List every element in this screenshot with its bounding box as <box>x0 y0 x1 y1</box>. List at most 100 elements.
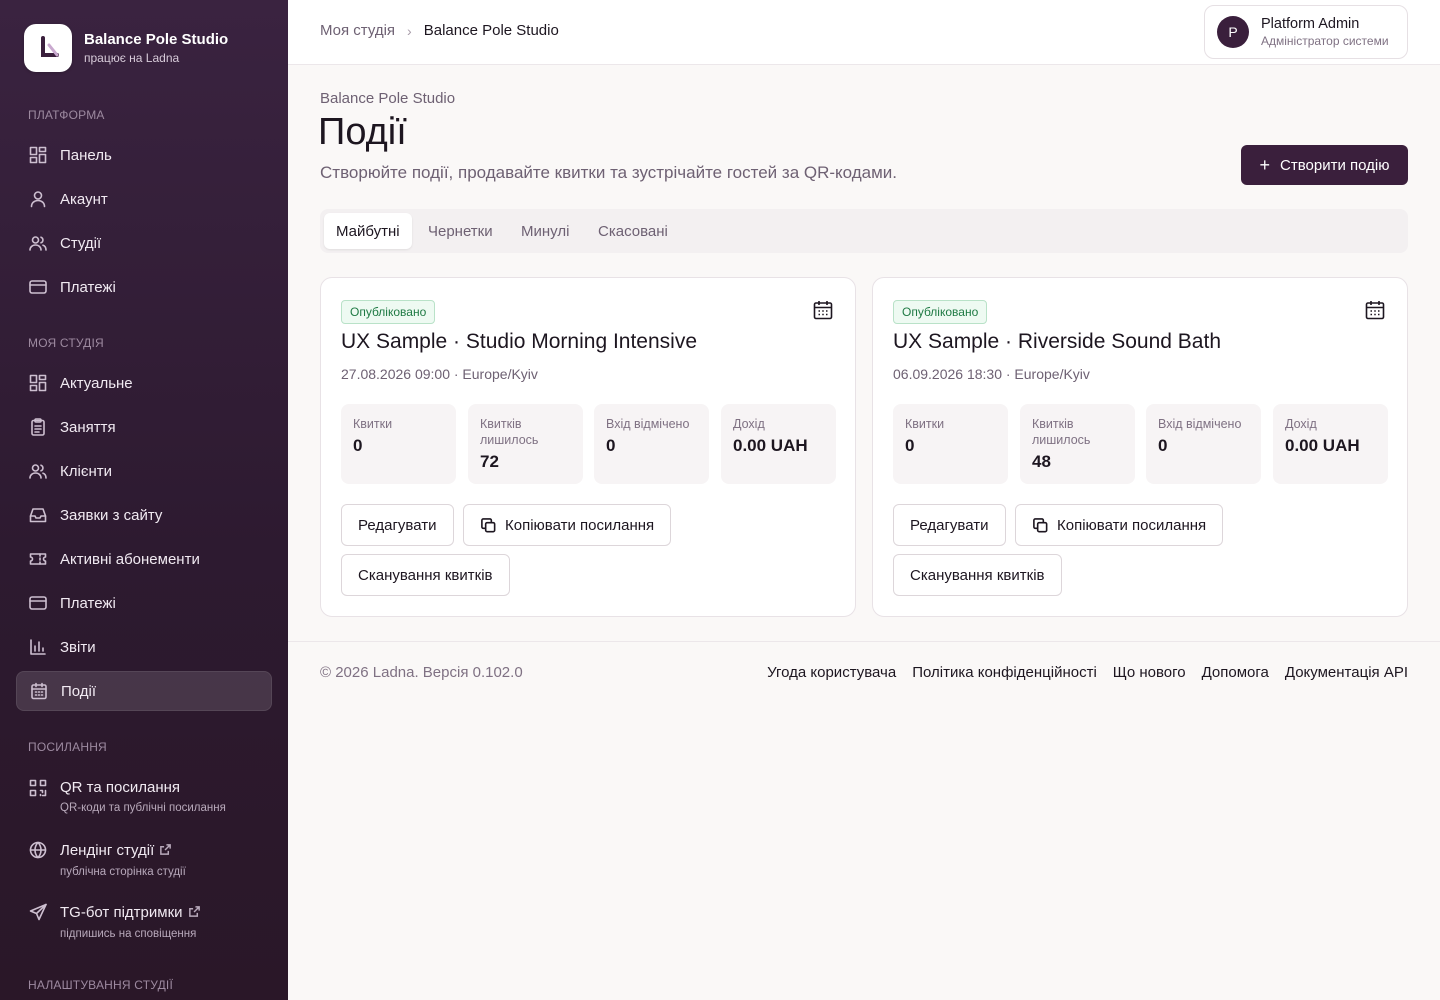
credit-card-icon <box>28 593 48 613</box>
copy-link-button[interactable]: Копіювати посилання <box>463 504 672 546</box>
main-content: Balance Pole Studio Події Створюйте поді… <box>288 65 1440 1000</box>
brand-subtitle: працює на Ladna <box>84 51 180 65</box>
sidebar-item-label: Активні абонементи <box>60 550 200 568</box>
sidebar-item-current[interactable]: Актуальне <box>16 363 272 403</box>
sidebar-item-tg-bot[interactable]: TG-бот підтримки підпишись на сповіщення <box>16 902 272 942</box>
sidebar-item-events[interactable]: Події <box>16 671 272 711</box>
sidebar-item-label: Платежі <box>60 278 116 296</box>
copy-link-label: Копіювати посилання <box>1057 516 1207 534</box>
tab-cancelled[interactable]: Скасовані <box>586 213 680 249</box>
stat-value: 0 <box>1158 436 1168 455</box>
event-title: UX Sample · Riverside Sound Bath <box>893 330 1221 353</box>
footer-link-api-docs[interactable]: Документація API <box>1285 664 1408 681</box>
copy-link-label: Копіювати посилання <box>505 516 655 534</box>
sidebar-item-site-requests[interactable]: Заявки з сайту <box>16 495 272 535</box>
edit-button-label: Редагувати <box>910 516 989 534</box>
sidebar-item-label: Панель <box>60 146 112 164</box>
event-title: UX Sample · Studio Morning Intensive <box>341 330 698 353</box>
scan-tickets-button[interactable]: Сканування квитків <box>341 554 510 596</box>
sidebar-item-label: Актуальне <box>60 374 133 392</box>
sidebar-item-payments[interactable]: Платежі <box>16 267 272 307</box>
footer-link-whats-new[interactable]: Що нового <box>1113 664 1186 681</box>
stat-value: 72 <box>480 452 499 471</box>
sidebar-item-reports[interactable]: Звіти <box>16 627 272 667</box>
stat-label: Вхід відмічено <box>606 417 690 431</box>
sidebar-item-account[interactable]: Акаунт <box>16 179 272 219</box>
user-role: Адміністратор системи <box>1261 34 1389 48</box>
footer-links: Угода користувача Політика конфіденційно… <box>751 664 1408 681</box>
stat-value: 0 <box>606 436 616 455</box>
section-label-my-studio: МОЯ СТУДІЯ <box>28 336 104 350</box>
footer-link-help[interactable]: Допомога <box>1202 664 1269 681</box>
section-label-platform: ПЛАТФОРМА <box>28 108 105 122</box>
stat-tickets-left: Квитків лишилось 72 <box>468 404 583 484</box>
tab-past[interactable]: Минулі <box>509 213 581 249</box>
edit-button[interactable]: Редагувати <box>341 504 454 546</box>
stat-value: 0 <box>905 436 915 455</box>
sidebar-item-studio-landing[interactable]: Лендінг студії публічна сторінка студії <box>16 840 272 880</box>
sidebar-item-sublabel: підпишись на сповіщення <box>60 928 197 940</box>
calendar-icon <box>811 298 835 322</box>
avatar: P <box>1217 16 1249 48</box>
sidebar-item-sublabel: QR-коди та публічні посилання <box>60 802 226 814</box>
status-badge: Опубліковано <box>893 300 988 324</box>
sidebar-item-label: TG-бот підтримки <box>60 904 183 921</box>
sidebar: Balance Pole Studio працює на Ladna ПЛАТ… <box>0 0 288 1000</box>
page-description: Створюйте події, продавайте квитки та зу… <box>320 163 898 182</box>
sidebar-item-label: Звіти <box>60 638 96 656</box>
clipboard-icon <box>28 417 48 437</box>
dashboard-icon <box>28 145 48 165</box>
stat-label: Дохід <box>1285 417 1317 431</box>
create-event-button[interactable]: + Створити подію <box>1241 145 1408 185</box>
scan-tickets-button[interactable]: Сканування квитків <box>893 554 1062 596</box>
stat-label: Квитки <box>905 417 945 431</box>
tab-upcoming[interactable]: Майбутні <box>324 213 412 249</box>
copy-link-button[interactable]: Копіювати посилання <box>1015 504 1224 546</box>
event-card: Опубліковано UX Sample · Studio Morning … <box>320 277 856 617</box>
stat-checked-in: Вхід відмічено 0 <box>594 404 709 484</box>
sidebar-item-classes[interactable]: Заняття <box>16 407 272 447</box>
external-link-icon <box>154 840 172 862</box>
stat-label: Дохід <box>733 417 765 431</box>
event-card: Опубліковано UX Sample · Riverside Sound… <box>872 277 1408 617</box>
sidebar-item-qr-links[interactable]: QR та посилання QR-коди та публічні поси… <box>16 778 272 816</box>
sidebar-item-label: Студії <box>60 234 102 252</box>
qr-icon <box>28 778 48 798</box>
footer-link-terms[interactable]: Угода користувача <box>767 664 896 681</box>
tab-drafts[interactable]: Чернетки <box>416 213 505 249</box>
sidebar-item-active-passes[interactable]: Активні абонементи <box>16 539 272 579</box>
sidebar-item-label: QR та посилання <box>60 779 181 796</box>
breadcrumb-parent[interactable]: Моя студія <box>320 22 395 39</box>
user-name: Platform Admin <box>1261 16 1360 32</box>
sidebar-item-dashboard[interactable]: Панель <box>16 135 272 175</box>
user-menu[interactable]: P Platform Admin Адміністратор системи <box>1204 5 1408 59</box>
globe-icon <box>28 840 48 860</box>
edit-button[interactable]: Редагувати <box>893 504 1006 546</box>
top-bar: Моя студія › Balance Pole Studio P Platf… <box>288 0 1440 65</box>
breadcrumb-current: Balance Pole Studio <box>423 22 559 39</box>
sidebar-item-clients[interactable]: Клієнти <box>16 451 272 491</box>
footer-link-privacy[interactable]: Політика конфіденційності <box>912 664 1097 681</box>
breadcrumb: Моя студія › Balance Pole Studio <box>320 22 559 39</box>
sidebar-item-studio-payments[interactable]: Платежі <box>16 583 272 623</box>
sidebar-item-label: Платежі <box>60 594 116 612</box>
brand[interactable]: Balance Pole Studio працює на Ladna <box>24 24 228 72</box>
page-title: Події <box>318 111 407 153</box>
event-tabs: Майбутні Чернетки Минулі Скасовані <box>320 209 1408 253</box>
users-icon <box>28 461 48 481</box>
send-icon <box>28 902 48 922</box>
stat-label: Квитків лишилось <box>480 417 539 447</box>
status-badge: Опубліковано <box>341 300 436 324</box>
copy-icon <box>481 517 496 532</box>
bar-chart-icon <box>28 637 48 657</box>
sidebar-item-label: Лендінг студії <box>60 842 155 859</box>
sidebar-item-label: Заявки з сайту <box>60 506 163 524</box>
stat-value: 48 <box>1032 452 1051 471</box>
sidebar-item-label: Акаунт <box>60 190 108 208</box>
sidebar-item-label: Заняття <box>60 418 116 436</box>
section-label-links: ПОСИЛАННЯ <box>28 740 107 754</box>
edit-button-label: Редагувати <box>358 516 437 534</box>
sidebar-item-studios[interactable]: Студії <box>16 223 272 263</box>
stat-label: Квитки <box>353 417 393 431</box>
plus-icon: + <box>1259 155 1271 175</box>
